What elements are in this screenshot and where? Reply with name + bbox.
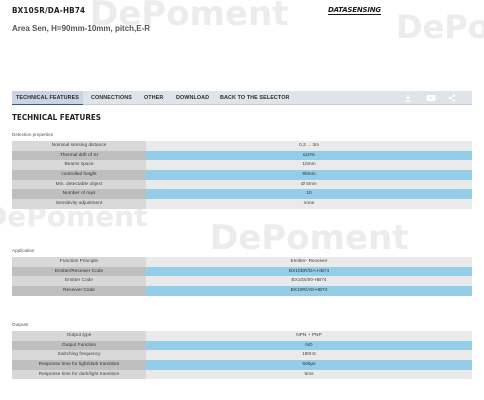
section-title: TECHNICAL FEATURES: [12, 113, 101, 122]
spec-table-detection: Nominal sensing distance 0,3 ... 3m Ther…: [12, 141, 472, 209]
row-label: Response time for light/dark transition: [12, 360, 146, 370]
tab-bar: TECHNICAL FEATURES CONNECTIONS OTHER DOW…: [12, 91, 472, 105]
table-row: Emitter Code BX10S/00-HB74: [12, 276, 472, 287]
table-row: Response time for dark/light transition …: [12, 369, 472, 380]
row-label: Function Principle: [12, 257, 146, 267]
row-label: Thermal drift of Sr: [12, 150, 146, 161]
table-row: Response time for light/dark transition …: [12, 360, 472, 370]
table-row: Thermal drift of Sr ≤10%: [12, 150, 472, 161]
row-label: Number of rays: [12, 189, 146, 200]
group-label-detection: Detection properties: [12, 132, 54, 137]
table-row: controlled height 90mm: [12, 170, 472, 180]
row-value: 500µs: [146, 360, 472, 370]
table-row: Min. detectable object Ø 5mm: [12, 179, 472, 190]
row-value: Emitter- Receiver: [146, 257, 472, 267]
row-value: Ø 5mm: [146, 179, 472, 190]
row-label: Receiver Code: [12, 286, 146, 296]
row-label: Emitter/Receiver Code: [12, 266, 146, 277]
tab-download[interactable]: DOWNLOAD: [176, 91, 209, 105]
spec-table-outputs: Output type NPN + PNP Output Function NO…: [12, 331, 472, 380]
table-row: Function Principle Emitter- Receiver: [12, 257, 472, 267]
table-row: Nominal sensing distance 0,3 ... 3m: [12, 141, 472, 151]
row-value: 5ms: [146, 369, 472, 380]
row-label: Beams space: [12, 160, 146, 171]
row-label: Emitter Code: [12, 276, 146, 287]
row-label: Nominal sensing distance: [12, 141, 146, 151]
row-value: 90mm: [146, 170, 472, 180]
row-label: Output Function: [12, 340, 146, 351]
row-value: NO: [146, 340, 472, 351]
row-value: 10mm: [146, 160, 472, 171]
row-value: 10: [146, 189, 472, 200]
row-value: ≤10%: [146, 150, 472, 161]
page-header: BX10SR/DA-HB74 DATASENSING Area Sen, H=9…: [12, 4, 472, 40]
tab-back-to-selector[interactable]: BACK TO THE SELECTOR: [220, 91, 290, 105]
row-label: Min. detectable object: [12, 179, 146, 190]
row-value: 0,3 ... 3m: [146, 141, 472, 151]
brand-logo-underline: [328, 14, 381, 15]
share-icon[interactable]: [448, 94, 456, 102]
row-label: Sensitivity adjustment: [12, 199, 146, 209]
row-label: Switching frequency: [12, 350, 146, 361]
row-label: controlled height: [12, 170, 146, 180]
row-value: none: [146, 199, 472, 209]
watermark: DePoment: [210, 218, 409, 258]
table-row: Output Function NO: [12, 340, 472, 351]
row-value: BX10S/00-HB74: [146, 276, 472, 287]
spec-table-application: Function Principle Emitter- Receiver Emi…: [12, 257, 472, 296]
brand-logo: DATASENSING: [328, 6, 381, 15]
download-icon[interactable]: [404, 94, 412, 102]
product-code: BX10SR/DA-HB74: [12, 6, 86, 15]
row-value: BX10DR/DA-HB74: [146, 266, 472, 277]
row-value: BX10R/AD-HB74: [146, 286, 472, 296]
row-label: Output type: [12, 331, 146, 341]
group-label-application: Application: [12, 248, 35, 253]
row-label: Response time for dark/light transition: [12, 369, 146, 380]
table-row: Beams space 10mm: [12, 160, 472, 171]
table-row: Number of rays 10: [12, 189, 472, 200]
group-label-outputs: Outputs: [12, 322, 29, 327]
tab-other[interactable]: OTHER: [144, 91, 163, 105]
table-row: Sensitivity adjustment none: [12, 199, 472, 209]
table-row: Output type NPN + PNP: [12, 331, 472, 341]
table-row: Receiver Code BX10R/AD-HB74: [12, 286, 472, 296]
tab-technical-features[interactable]: TECHNICAL FEATURES: [12, 91, 83, 105]
brand-logo-text: DATASENSING: [328, 6, 381, 14]
video-icon[interactable]: [426, 94, 436, 102]
row-value: 180Hz: [146, 350, 472, 361]
tab-connections[interactable]: CONNECTIONS: [91, 91, 132, 105]
product-subtitle: Area Sen, H=90mm-10mm, pitch,E-R: [12, 24, 151, 33]
row-value: NPN + PNP: [146, 331, 472, 341]
table-row: Emitter/Receiver Code BX10DR/DA-HB74: [12, 266, 472, 277]
table-row: Switching frequency 180Hz: [12, 350, 472, 361]
